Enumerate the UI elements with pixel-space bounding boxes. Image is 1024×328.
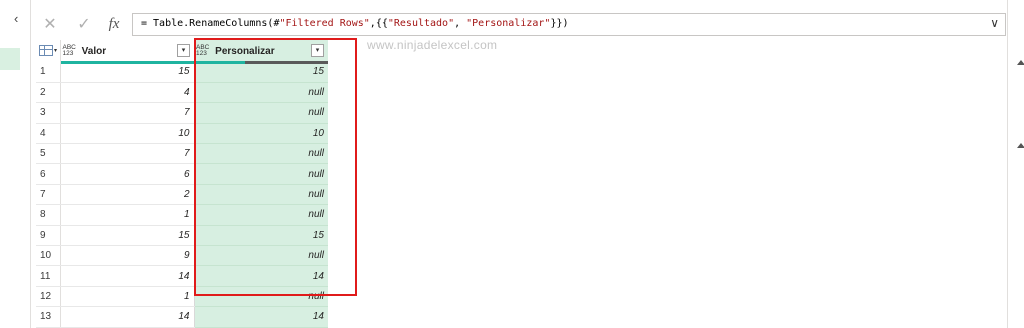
cell-personalizar[interactable]: null [194, 143, 328, 165]
column-filter-dropdown-icon[interactable]: ▾ [177, 44, 190, 57]
table-row: 4 10 10 [36, 123, 328, 145]
table-row: 1 15 15 [36, 62, 328, 83]
column-quality-empty-bar [244, 61, 328, 64]
table-row: 8 1 null [36, 204, 328, 226]
row-number[interactable]: 10 [36, 245, 61, 267]
cell-personalizar[interactable]: 15 [194, 225, 328, 247]
formula-input[interactable]: = Table.RenameColumns(#"Filtered Rows",{… [132, 13, 1006, 36]
cell-valor[interactable]: 6 [60, 163, 195, 185]
collapse-queries-icon[interactable]: ‹ [14, 12, 28, 26]
cell-personalizar[interactable]: null [194, 245, 328, 267]
row-number[interactable]: 9 [36, 225, 61, 247]
row-number[interactable]: 2 [36, 82, 61, 104]
table-row: 12 1 null [36, 286, 328, 308]
row-number[interactable]: 3 [36, 102, 61, 124]
table-row: 11 14 14 [36, 265, 328, 287]
expand-formula-bar-icon[interactable]: ∨ [990, 16, 999, 30]
cell-valor[interactable]: 4 [60, 82, 195, 104]
table-row: 10 9 null [36, 245, 328, 267]
cell-valor[interactable]: 15 [60, 62, 195, 83]
table-row: 7 2 null [36, 184, 328, 206]
cell-valor[interactable]: 7 [60, 143, 195, 165]
table-menu-header: ▾ [36, 40, 61, 62]
table-row: 5 7 null [36, 143, 328, 165]
table-row: 13 14 14 [36, 306, 328, 328]
expand-up-icon[interactable] [1017, 143, 1024, 148]
row-number[interactable]: 12 [36, 286, 61, 308]
cell-valor[interactable]: 10 [60, 123, 195, 145]
row-number[interactable]: 1 [36, 62, 61, 83]
cell-personalizar[interactable]: 15 [194, 62, 328, 83]
row-number[interactable]: 11 [36, 265, 61, 287]
selected-query-indicator[interactable] [0, 48, 20, 70]
fx-icon[interactable]: fx [102, 13, 126, 36]
cell-valor[interactable]: 15 [60, 225, 195, 247]
cell-personalizar[interactable]: null [194, 163, 328, 185]
query-settings-pane-collapsed [1007, 0, 1024, 328]
row-number[interactable]: 7 [36, 184, 61, 206]
formula-text[interactable]: = Table.RenameColumns(#"Filtered Rows",{… [141, 18, 569, 29]
cell-personalizar[interactable]: null [194, 184, 328, 206]
table-row: 3 7 null [36, 102, 328, 124]
commit-formula-icon[interactable]: ✓ [72, 13, 96, 36]
formula-bar: ✕ ✓ fx = Table.RenameColumns(#"Filtered … [36, 13, 1006, 36]
table-row: 2 4 null [36, 82, 328, 104]
table-menu-dropdown-icon[interactable]: ▾ [54, 47, 57, 54]
table-row: 9 15 15 [36, 225, 328, 247]
cell-personalizar[interactable]: 14 [194, 265, 328, 287]
cancel-formula-icon[interactable]: ✕ [38, 13, 62, 36]
cell-personalizar[interactable]: null [194, 286, 328, 308]
column-filter-dropdown-icon[interactable]: ▾ [311, 44, 324, 57]
column-header-label: Valor [81, 45, 107, 57]
cell-valor[interactable]: 2 [60, 184, 195, 206]
cell-valor[interactable]: 14 [60, 265, 195, 287]
data-grid: ▾ ABC 123 Valor ▾ ABC 123 Personalizar ▾ 1… [36, 40, 328, 328]
row-number[interactable]: 5 [36, 143, 61, 165]
type-any-icon[interactable]: ABC 123 [196, 44, 209, 58]
cell-personalizar[interactable]: 10 [194, 123, 328, 145]
cell-valor[interactable]: 7 [60, 102, 195, 124]
row-number[interactable]: 6 [36, 163, 61, 185]
cell-personalizar[interactable]: null [194, 102, 328, 124]
column-quality-bar [60, 61, 195, 64]
cell-personalizar[interactable]: null [194, 204, 328, 226]
column-header-personalizar[interactable]: ABC 123 Personalizar ▾ [194, 40, 328, 64]
column-header-valor[interactable]: ABC 123 Valor ▾ [60, 40, 195, 64]
expand-up-icon[interactable] [1017, 60, 1024, 65]
cell-valor[interactable]: 1 [60, 286, 195, 308]
queries-pane-collapsed: ‹ [0, 0, 31, 328]
row-number[interactable]: 8 [36, 204, 61, 226]
table-row: 6 6 null [36, 163, 328, 185]
cell-personalizar[interactable]: 14 [194, 306, 328, 328]
column-header-label: Personalizar [215, 45, 275, 57]
type-any-icon[interactable]: ABC 123 [63, 44, 76, 58]
cell-valor[interactable]: 9 [60, 245, 195, 267]
table-menu-icon[interactable] [39, 45, 53, 56]
cell-personalizar[interactable]: null [194, 82, 328, 104]
row-number[interactable]: 4 [36, 123, 61, 145]
watermark: www.ninjadelexcel.com [367, 38, 498, 52]
row-number[interactable]: 13 [36, 306, 61, 328]
cell-valor[interactable]: 1 [60, 204, 195, 226]
column-quality-valid-bar [194, 61, 245, 64]
cell-valor[interactable]: 14 [60, 306, 195, 328]
